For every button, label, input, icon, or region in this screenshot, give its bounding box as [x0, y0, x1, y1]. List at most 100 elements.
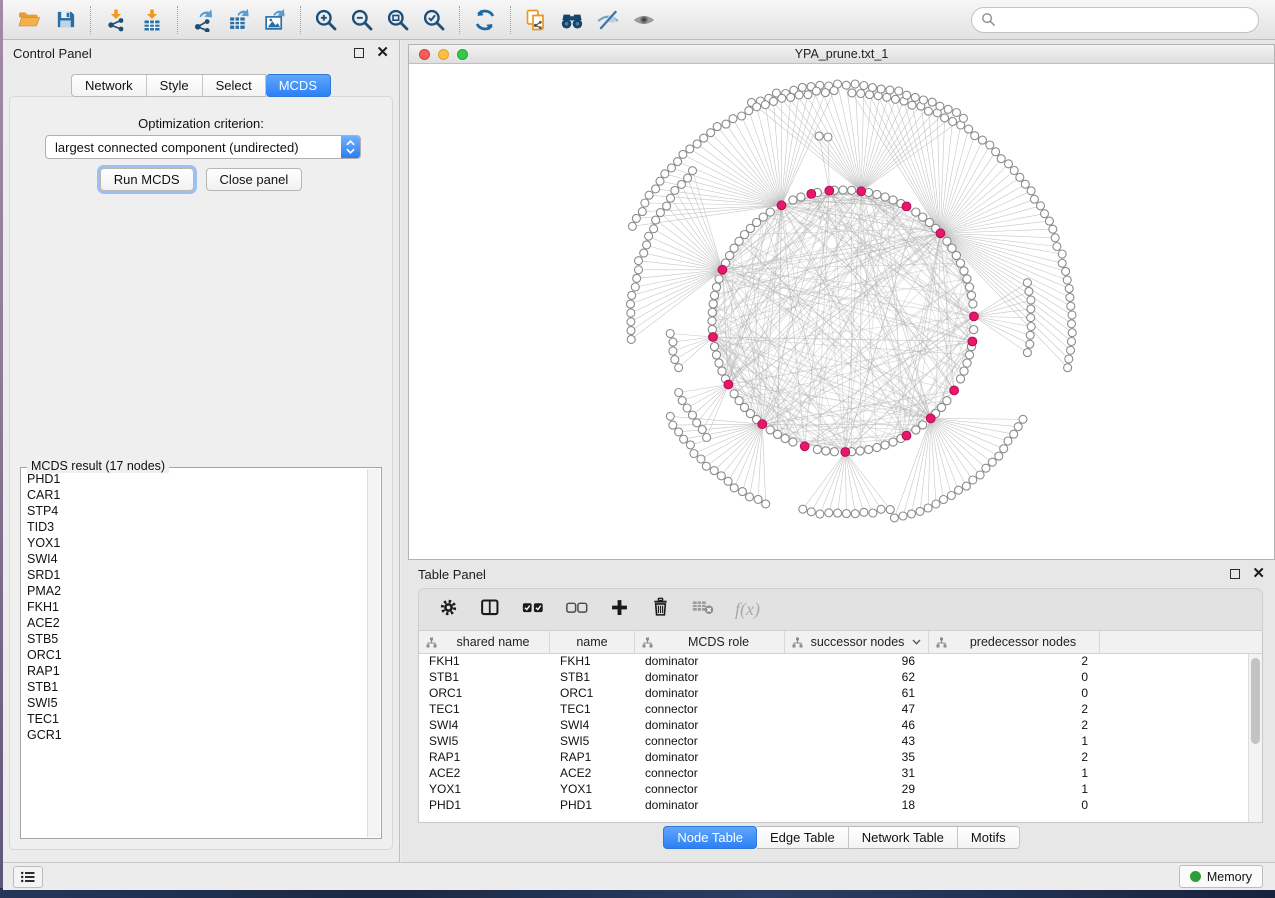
graph-node[interactable] — [640, 249, 648, 257]
graph-node[interactable] — [627, 309, 635, 317]
mcds-result-item[interactable]: STB5 — [27, 631, 366, 647]
graph-node[interactable] — [1058, 259, 1066, 267]
graph-node[interactable] — [712, 351, 720, 359]
graph-node[interactable] — [940, 496, 948, 504]
table-scrollbar[interactable] — [1248, 654, 1262, 822]
hide-selected-button[interactable] — [590, 4, 626, 36]
graph-node[interactable] — [911, 93, 919, 101]
graph-node[interactable] — [860, 82, 868, 90]
graph-node[interactable] — [770, 97, 778, 105]
mcds-result-item[interactable]: PMA2 — [27, 583, 366, 599]
graph-node[interactable] — [997, 155, 1005, 163]
mcds-hub-node[interactable] — [968, 337, 977, 346]
graph-node[interactable] — [965, 351, 973, 359]
graph-node[interactable] — [839, 186, 847, 194]
graph-node[interactable] — [754, 495, 762, 503]
select-all-button[interactable] — [521, 598, 545, 621]
deselect-all-button[interactable] — [565, 598, 589, 621]
graph-node[interactable] — [919, 421, 927, 429]
clone-network-button[interactable] — [518, 4, 554, 36]
graph-node[interactable] — [932, 500, 940, 508]
graph-node[interactable] — [881, 193, 889, 201]
tab-edge-table[interactable]: Edge Table — [757, 826, 849, 849]
graph-node[interactable] — [943, 397, 951, 405]
graph-node[interactable] — [1068, 338, 1076, 346]
graph-node[interactable] — [848, 186, 856, 194]
graph-node[interactable] — [1021, 180, 1029, 188]
export-image-button[interactable] — [257, 4, 293, 36]
graph-node[interactable] — [1064, 364, 1072, 372]
graph-node[interactable] — [708, 317, 716, 325]
graph-node[interactable] — [710, 467, 718, 475]
graph-node[interactable] — [965, 125, 973, 133]
graph-node[interactable] — [645, 191, 653, 199]
graph-node[interactable] — [953, 109, 961, 117]
graph-node[interactable] — [689, 411, 697, 419]
graph-node[interactable] — [628, 222, 636, 230]
zoom-selected-button[interactable] — [416, 4, 452, 36]
graph-node[interactable] — [718, 367, 726, 375]
graph-node[interactable] — [1068, 311, 1076, 319]
graph-node[interactable] — [638, 208, 646, 216]
zoom-in-button[interactable] — [308, 4, 344, 36]
graph-node[interactable] — [715, 275, 723, 283]
graph-node[interactable] — [1058, 250, 1066, 258]
graph-node[interactable] — [724, 477, 732, 485]
graph-node[interactable] — [804, 91, 812, 99]
graph-node[interactable] — [715, 359, 723, 367]
graph-node[interactable] — [710, 291, 718, 299]
graph-node[interactable] — [1004, 437, 1012, 445]
show-column-panel-button[interactable] — [479, 597, 501, 623]
graph-node[interactable] — [995, 452, 1003, 460]
graph-node[interactable] — [1030, 195, 1038, 203]
graph-node[interactable] — [797, 193, 805, 201]
graph-node[interactable] — [962, 482, 970, 490]
mcds-result-item[interactable]: SWI5 — [27, 695, 366, 711]
graph-node[interactable] — [908, 101, 916, 109]
graph-node[interactable] — [666, 412, 674, 420]
graph-node[interactable] — [1053, 243, 1061, 251]
graph-node[interactable] — [674, 158, 682, 166]
graph-node[interactable] — [1027, 187, 1035, 195]
graph-node[interactable] — [851, 80, 859, 88]
graph-node[interactable] — [842, 510, 850, 518]
graph-node[interactable] — [1027, 314, 1035, 322]
column-header-shared-name[interactable]: shared name — [419, 631, 550, 653]
mcds-result-item[interactable]: CAR1 — [27, 487, 366, 503]
graph-node[interactable] — [627, 300, 635, 308]
mcds-result-item[interactable]: ORC1 — [27, 647, 366, 663]
graph-node[interactable] — [661, 170, 669, 178]
close-panel-icon[interactable]: ✕ — [376, 48, 389, 58]
graph-node[interactable] — [675, 364, 683, 372]
graph-node[interactable] — [632, 214, 640, 222]
graph-node[interactable] — [1010, 167, 1018, 175]
graph-node[interactable] — [857, 90, 865, 98]
mcds-result-item[interactable]: GCR1 — [27, 727, 366, 743]
graph-node[interactable] — [713, 123, 721, 131]
graph-node[interactable] — [952, 251, 960, 259]
graph-node[interactable] — [920, 96, 928, 104]
graph-node[interactable] — [683, 404, 691, 412]
graph-node[interactable] — [1005, 160, 1013, 168]
tab-motifs[interactable]: Motifs — [958, 826, 1020, 849]
table-row-ACE2[interactable]: ACE2ACE2connector311 — [419, 766, 1262, 782]
tab-mcds[interactable]: MCDS — [266, 74, 331, 97]
graph-node[interactable] — [669, 347, 677, 355]
graph-node[interactable] — [947, 492, 955, 500]
mcds-result-item[interactable]: TEC1 — [27, 711, 366, 727]
graph-node[interactable] — [970, 326, 978, 334]
graph-node[interactable] — [860, 508, 868, 516]
criterion-dropdown[interactable]: largest connected component (undirected) — [45, 135, 361, 159]
graph-node[interactable] — [865, 445, 873, 453]
graph-node[interactable] — [895, 87, 903, 95]
graph-node[interactable] — [675, 428, 683, 436]
graph-node[interactable] — [789, 438, 797, 446]
open-session-button[interactable] — [11, 4, 47, 36]
graph-node[interactable] — [669, 338, 677, 346]
graph-node[interactable] — [635, 266, 643, 274]
import-table-button[interactable] — [134, 4, 170, 36]
graph-node[interactable] — [963, 275, 971, 283]
graph-node[interactable] — [912, 208, 920, 216]
graph-node[interactable] — [726, 251, 734, 259]
first-neighbors-button[interactable] — [554, 4, 590, 36]
